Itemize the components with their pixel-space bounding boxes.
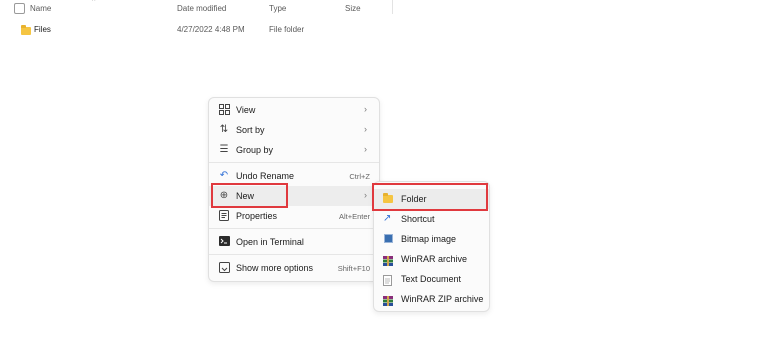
menu-item-label: Show more options [236,263,314,273]
submenu-item-label: WinRAR ZIP archive [401,294,484,304]
submenu-item-bitmap-image[interactable]: Bitmap image [374,229,489,249]
folder-highlight-box [372,183,488,211]
chevron-right-icon: › [364,144,367,154]
column-date-modified[interactable]: Date modified [177,4,226,13]
submenu-item-label: Shortcut [401,214,435,224]
column-header: Name ^ Date modified Type Size [0,0,396,18]
menu-separator [209,162,379,163]
menu-item-group-by[interactable]: ☰ Group by › [209,140,379,160]
menu-item-label: Undo Rename [236,171,295,181]
select-all-checkbox[interactable] [14,3,25,14]
menu-item-sort-by[interactable]: ⇅ Sort by › [209,120,379,140]
file-row[interactable]: Files 4/27/2022 4:48 PM File folder [0,22,396,38]
menu-item-view[interactable]: View › [209,100,379,120]
file-name: Files [34,25,51,34]
submenu-item-label: Text Document [401,274,462,284]
menu-shortcut: Shift+F10 [337,264,370,273]
new-highlight-box [211,183,288,208]
shortcut-icon: ↗ [383,213,392,224]
bitmap-icon [383,233,394,244]
submenu-item-text-document[interactable]: Text Document [374,269,489,289]
folder-icon [21,25,31,35]
submenu-item-shortcut[interactable]: ↗ Shortcut [374,209,489,229]
group-icon: ☰ [219,144,229,155]
menu-separator [209,228,379,229]
menu-shortcut: Ctrl+Z [349,172,370,181]
column-type[interactable]: Type [269,4,286,13]
menu-item-label: Open in Terminal [236,237,304,247]
submenu-item-label: Bitmap image [401,234,457,244]
column-size[interactable]: Size [345,4,361,13]
menu-item-label: Sort by [236,125,265,135]
chevron-right-icon: › [364,104,367,114]
menu-shortcut: Alt+Enter [338,212,370,221]
menu-item-open-in-terminal[interactable]: Open in Terminal [209,232,379,252]
file-type: File folder [269,25,305,34]
sort-caret-icon: ^ [92,0,96,5]
properties-icon [218,210,230,222]
text-document-icon [383,273,394,286]
menu-separator [209,254,379,255]
terminal-icon [218,236,230,248]
menu-item-properties[interactable]: Properties Alt+Enter [209,206,379,226]
submenu-item-winrar-archive[interactable]: WinRAR archive [374,249,489,269]
menu-item-label: View [236,105,256,115]
undo-icon: ↶ [219,170,229,181]
menu-item-label: Group by [236,145,274,155]
menu-item-show-more-options[interactable]: Show more options Shift+F10 [209,258,379,278]
winrar-zip-icon [383,293,394,306]
chevron-right-icon: › [364,124,367,134]
column-divider [392,0,393,14]
submenu-item-label: WinRAR archive [401,254,468,264]
more-options-icon [218,262,230,274]
grid-view-icon [218,104,230,116]
chevron-right-icon: › [364,190,367,200]
column-name[interactable]: Name [30,4,51,13]
menu-item-label: Properties [236,211,278,221]
file-date-modified: 4/27/2022 4:48 PM [177,25,245,34]
sort-icon: ⇅ [219,124,229,135]
submenu-item-winrar-zip-archive[interactable]: WinRAR ZIP archive [374,289,489,309]
winrar-icon [383,253,394,266]
